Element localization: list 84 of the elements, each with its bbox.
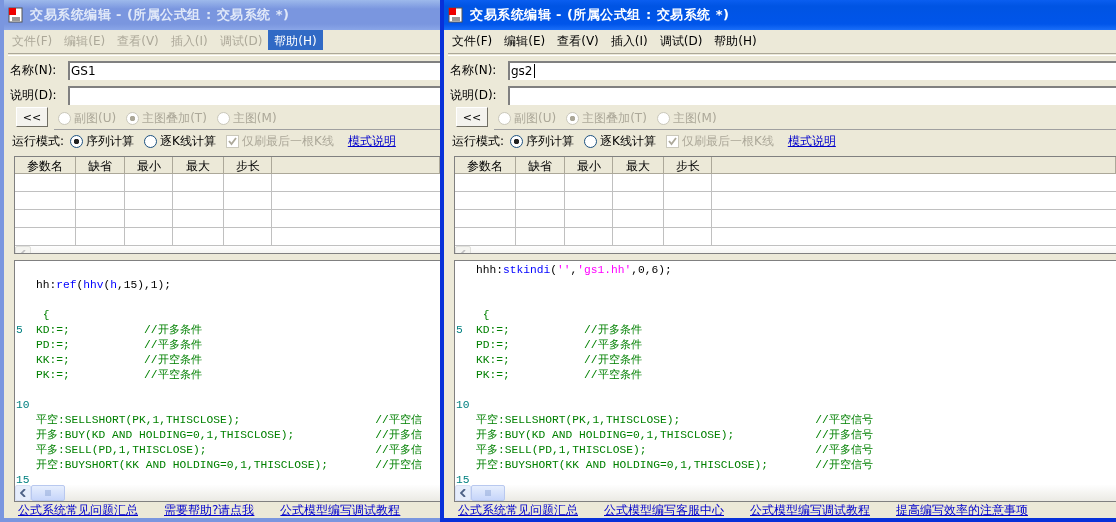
- code-line: hh:ref(hhv(h,15),1);: [36, 278, 172, 293]
- menu-item[interactable]: 编辑(E): [498, 30, 552, 50]
- column-header[interactable]: 最小: [565, 157, 613, 174]
- field-label: 说明(D):: [9, 86, 58, 104]
- grip-icon: [44, 490, 52, 496]
- radio-label: 序列计算: [526, 132, 575, 150]
- line-number: 15: [456, 474, 470, 485]
- horizontal-scrollbar[interactable]: [455, 485, 1116, 501]
- column-header[interactable]: 最大: [173, 157, 224, 174]
- grip-icon: [484, 490, 492, 496]
- code-line: PK:=; //平空条件: [36, 368, 202, 383]
- radio-button[interactable]: [70, 134, 84, 148]
- radio-button[interactable]: [584, 134, 598, 148]
- code-line: hhh:stkindi('','gs1.hh',0,6);: [476, 263, 672, 278]
- code-line: PD:=; //平多条件: [476, 338, 642, 353]
- code-line: PD:=; //平多条件: [36, 338, 202, 353]
- radio-button[interactable]: [144, 134, 158, 148]
- scroll-thumb[interactable]: [31, 485, 65, 501]
- column-header[interactable]: 缺省: [516, 157, 565, 174]
- line-number: 10: [16, 399, 30, 411]
- help-link[interactable]: 公式模型编写调试教程: [280, 502, 401, 518]
- horizontal-scrollbar[interactable]: [15, 485, 440, 501]
- radio-label: 逐K线计算: [160, 132, 216, 150]
- code-line: 开空:BUYSHORT(KK AND HOLDING=0,1,THISCLOSE); //开空信: [36, 458, 422, 473]
- line-number: 10: [456, 399, 470, 411]
- help-link[interactable]: 公式模型编写客服中心: [604, 502, 724, 518]
- help-link[interactable]: 提高编写效率的注意事项: [896, 502, 1028, 518]
- code-line: 开多:BUY(KD AND HOLDING=0,1,THISCLOSE); //开多信: [36, 428, 422, 443]
- scroll-thumb[interactable]: [471, 485, 505, 501]
- code-line: 开空:BUYSHORT(KK AND HOLDING=0,1,THISCLOSE); //开空信号: [476, 458, 873, 473]
- help-link[interactable]: 需要帮助?请点我: [164, 502, 255, 518]
- column-header[interactable]: 缺省: [76, 157, 125, 174]
- line-number: 5: [456, 324, 463, 336]
- code-line: KK:=; //开空条件: [36, 353, 202, 368]
- window-title: 交易系统编辑 - (所属公式组 : 交易系统 *): [470, 6, 730, 24]
- menu-item[interactable]: 文件(F): [446, 30, 499, 50]
- column-header[interactable]: 参数名: [15, 157, 76, 174]
- help-link[interactable]: 公式模型编写调试教程: [750, 502, 870, 518]
- line-number: 5: [16, 324, 23, 336]
- run-mode-label: 运行模式:: [452, 132, 505, 150]
- mode-help-link[interactable]: 模式说明: [347, 132, 396, 150]
- code-line: 开多:BUY(KD AND HOLDING=0,1,THISCLOSE); //开多信号: [476, 428, 873, 443]
- radio-button[interactable]: [510, 134, 524, 148]
- input-field[interactable]: GS1: [68, 60, 440, 80]
- code-line: {: [481, 308, 490, 323]
- menu-item[interactable]: 帮助(H): [268, 30, 323, 50]
- document-icon: [448, 7, 464, 23]
- column-header[interactable]: 最大: [613, 157, 664, 174]
- window-title: 交易系统编辑 - (所属公式组 : 交易系统 *): [30, 6, 290, 24]
- column-header[interactable]: 步长: [224, 157, 272, 174]
- radio-label: 序列计算: [86, 132, 135, 150]
- menu-item[interactable]: 调试(D): [653, 30, 709, 50]
- input-field[interactable]: [508, 85, 1116, 105]
- input-field[interactable]: gs2: [508, 60, 1116, 80]
- help-link[interactable]: 公式系统常见问题汇总: [458, 502, 578, 518]
- run-mode-label: 运行模式:: [12, 132, 65, 150]
- code-line: KK:=; //开空条件: [476, 353, 642, 368]
- collapse-button[interactable]: <<: [16, 107, 48, 127]
- field-label: 说明(D):: [449, 86, 498, 104]
- code-line: 平多:SELL(PD,1,THISCLOSE); //平多信号: [476, 443, 873, 458]
- menu-item[interactable]: 插入(I): [604, 30, 654, 50]
- input-field[interactable]: [68, 85, 440, 105]
- collapse-button[interactable]: <<: [456, 107, 488, 127]
- line-number: 15: [16, 474, 30, 485]
- code-line: KD:=; //开多条件: [476, 323, 642, 338]
- mode-help-link[interactable]: 模式说明: [787, 132, 836, 150]
- menu-item[interactable]: 查看(V): [551, 30, 605, 50]
- field-label: 名称(N):: [9, 61, 58, 79]
- code-line: PK:=; //平空条件: [476, 368, 642, 383]
- radio-label: 逐K线计算: [600, 132, 656, 150]
- field-label: 名称(N):: [449, 61, 498, 79]
- code-editor[interactable]: [14, 260, 440, 502]
- code-line: KD:=; //开多条件: [36, 323, 202, 338]
- code-line: 平空:SELLSHORT(PK,1,THISCLOSE); //平空信号: [476, 413, 873, 428]
- code-editor[interactable]: [454, 260, 1116, 502]
- document-icon: [8, 7, 24, 23]
- help-link[interactable]: 公式系统常见问题汇总: [18, 502, 138, 518]
- menu-item[interactable]: 帮助(H): [708, 30, 763, 50]
- column-header[interactable]: 参数名: [455, 157, 516, 174]
- column-header[interactable]: 最小: [125, 157, 173, 174]
- column-header[interactable]: 步长: [664, 157, 712, 174]
- code-line: 平空:SELLSHORT(PK,1,THISCLOSE); //平空信: [36, 413, 422, 428]
- code-line: {: [41, 308, 50, 323]
- code-line: 平多:SELL(PD,1,THISCLOSE); //平多信: [36, 443, 422, 458]
